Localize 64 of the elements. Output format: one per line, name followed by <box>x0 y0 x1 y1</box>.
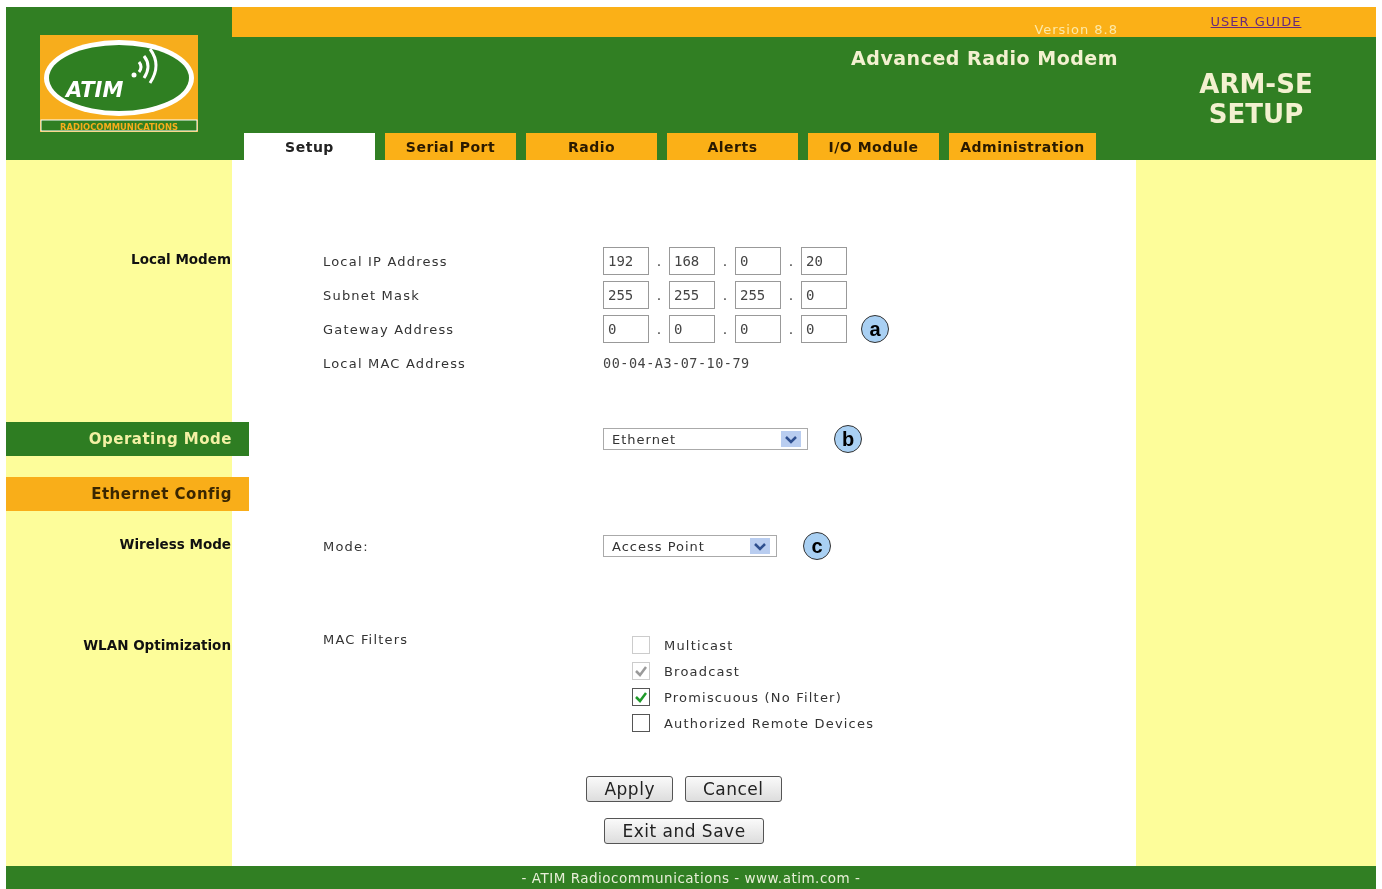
octet-input[interactable]: 0 <box>669 315 715 343</box>
checkmark-icon <box>634 690 648 704</box>
tab[interactable]: Radio <box>526 133 657 160</box>
checkbox[interactable] <box>632 714 650 732</box>
dropdown[interactable]: Access Point <box>603 535 777 557</box>
section-banner: Operating Mode <box>6 422 249 456</box>
octet-separator: . <box>721 253 729 269</box>
octet-separator: . <box>655 321 663 337</box>
form-button[interactable]: Exit and Save <box>604 818 764 844</box>
checkbox-label: Authorized Remote Devices <box>664 715 875 731</box>
octet-separator: . <box>787 321 795 337</box>
field-label: Subnet Mask <box>323 287 420 303</box>
octet-separator: . <box>721 287 729 303</box>
page-title: ARM-SE SETUP <box>1199 69 1313 129</box>
octet-input[interactable]: 0 <box>735 247 781 275</box>
callout-marker: a <box>861 315 889 343</box>
dropdown[interactable]: Ethernet <box>603 428 808 450</box>
field-label: Local IP Address <box>323 253 448 269</box>
form-button[interactable]: Cancel <box>684 776 782 802</box>
tab[interactable]: I/O Module <box>808 133 939 160</box>
field-label: Local MAC Address <box>323 355 467 371</box>
checkbox-label: Promiscuous (No Filter) <box>664 689 842 705</box>
logo-tagline: RADIOCOMMUNICATIONS <box>60 122 178 132</box>
octet-separator: . <box>721 321 729 337</box>
product-title: Advanced Radio Modem <box>851 47 1118 69</box>
section-label: Local Modem <box>130 250 232 269</box>
tab[interactable]: Setup <box>244 133 375 160</box>
chevron-down-icon <box>781 431 801 447</box>
tab[interactable]: Alerts <box>667 133 798 160</box>
logo-text: ATIM <box>66 78 124 102</box>
checkbox-label: Broadcast <box>664 663 740 679</box>
checkmark-icon <box>634 664 648 678</box>
octet-separator: . <box>787 287 795 303</box>
footer-text: - ATIM Radiocommunications - www.atim.com - <box>521 869 861 886</box>
octet-input[interactable]: 20 <box>801 247 847 275</box>
field-label: MAC Filters <box>323 632 409 647</box>
mac-address: 00-04-A3-07-10-79 <box>603 355 750 371</box>
callout-marker: b <box>834 425 862 453</box>
field-label: Mode: <box>323 538 369 554</box>
section-label: Wireless Mode <box>118 535 232 554</box>
octet-input[interactable]: 192 <box>603 247 649 275</box>
octet-input[interactable]: 168 <box>669 247 715 275</box>
octet-input[interactable]: 255 <box>603 281 649 309</box>
callout-marker: c <box>803 532 831 560</box>
tab[interactable]: Serial Port <box>385 133 516 160</box>
field-label: Gateway Address <box>323 321 455 337</box>
checkbox-label: Multicast <box>664 637 734 653</box>
chevron-down-icon <box>750 538 770 554</box>
section-label: WLAN Optimization <box>82 636 232 655</box>
form-button[interactable]: Apply <box>586 776 673 802</box>
octet-input[interactable]: 255 <box>669 281 715 309</box>
octet-input[interactable]: 0 <box>801 315 847 343</box>
octet-input[interactable]: 255 <box>735 281 781 309</box>
octet-input[interactable]: 0 <box>603 315 649 343</box>
checkbox[interactable] <box>632 688 650 706</box>
version-label: Version 8.8 <box>1034 22 1118 37</box>
octet-separator: . <box>655 287 663 303</box>
octet-separator: . <box>655 253 663 269</box>
tab[interactable]: Administration <box>949 133 1096 160</box>
octet-input[interactable]: 0 <box>735 315 781 343</box>
section-banner: Ethernet Config <box>6 477 249 511</box>
octet-input[interactable]: 0 <box>801 281 847 309</box>
octet-separator: . <box>787 253 795 269</box>
user-guide-link[interactable]: USER GUIDE <box>1210 14 1302 30</box>
